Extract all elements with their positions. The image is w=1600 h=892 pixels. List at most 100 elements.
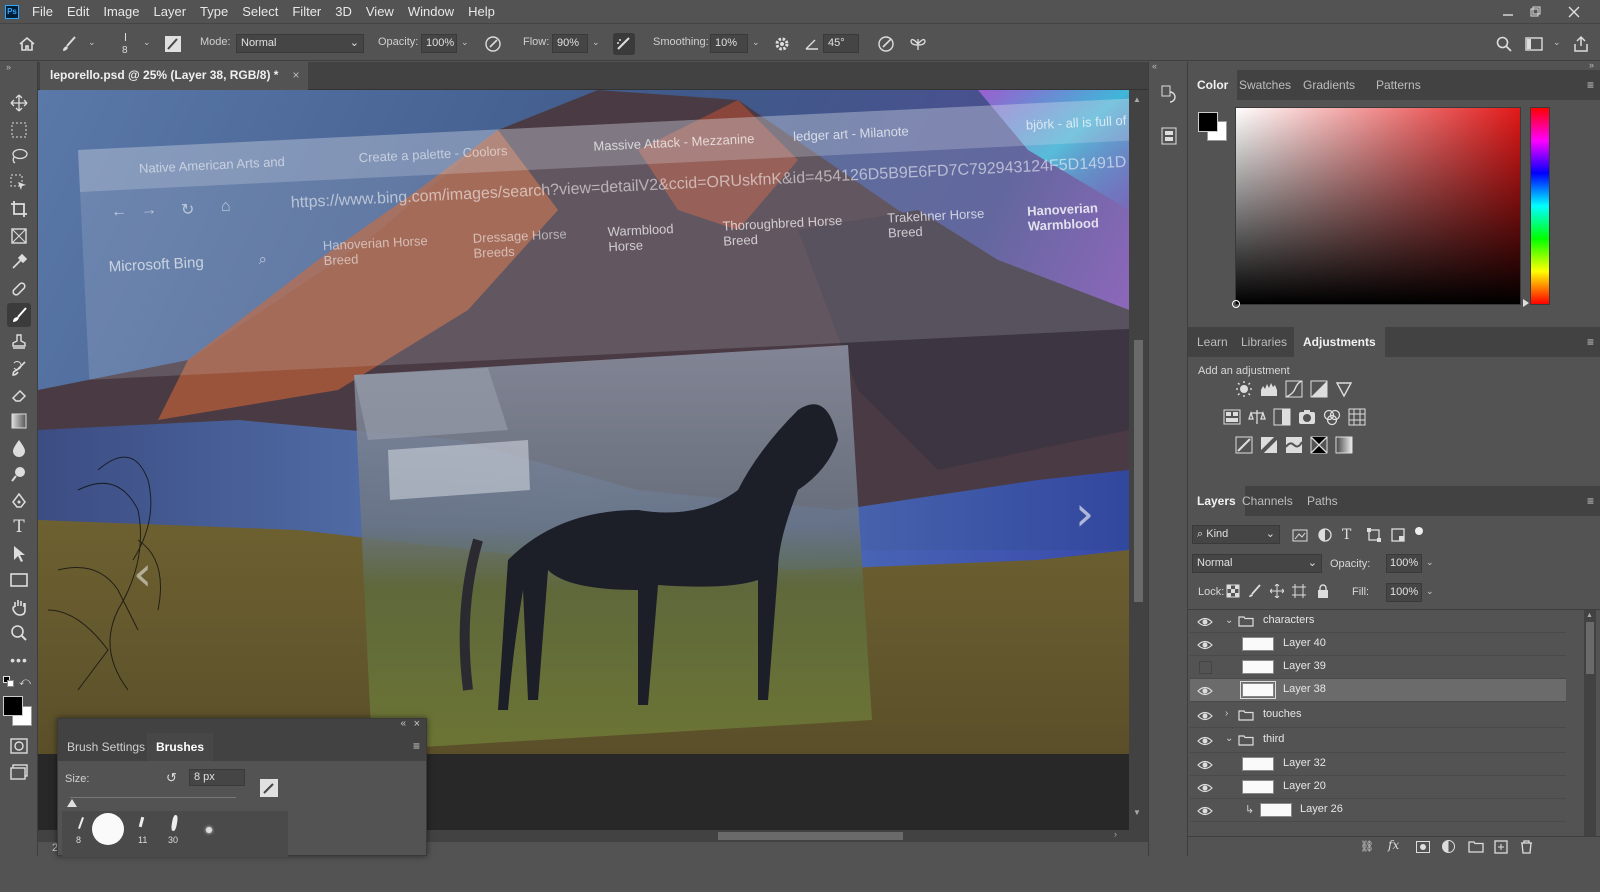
document-canvas[interactable]: ‹ › Native American Arts and Create a pa…	[38, 90, 1129, 754]
zoom-tool-icon[interactable]	[7, 621, 31, 645]
chevron-down-icon[interactable]: ⌄	[1225, 615, 1233, 626]
new-brush-icon[interactable]	[260, 779, 278, 797]
scroll-up-icon[interactable]: ▲	[1586, 612, 1593, 619]
blur-tool-icon[interactable]	[7, 436, 31, 460]
panel-menu-icon[interactable]: ≡	[1587, 78, 1594, 92]
black-white-icon[interactable]	[1273, 408, 1291, 426]
brush-preset[interactable]: 8	[70, 815, 96, 855]
filter-shape-icon[interactable]	[1366, 527, 1384, 545]
layer-row-touches[interactable]: › touches	[1190, 702, 1566, 728]
gradient-map-icon[interactable]	[1335, 436, 1353, 454]
vertical-scroll-thumb[interactable]	[1134, 340, 1143, 602]
layer-filter-select[interactable]: ⌕ Kind ⌄	[1192, 525, 1280, 544]
layer-row-characters[interactable]: ⌄ characters	[1190, 610, 1566, 633]
path-selection-tool-icon[interactable]	[7, 542, 31, 566]
brush-settings-toggle-icon[interactable]	[162, 33, 184, 55]
pressure-size-icon[interactable]	[875, 33, 897, 55]
channel-mixer-icon[interactable]	[1323, 408, 1341, 426]
marquee-tool-icon[interactable]	[7, 118, 31, 142]
layers-scrollbar[interactable]: ▲	[1584, 610, 1596, 836]
close-icon[interactable]: ×	[414, 718, 420, 730]
type-tool-icon[interactable]: T	[7, 515, 31, 539]
workspace-icon[interactable]	[1523, 33, 1545, 55]
brush-tool-preset-icon[interactable]	[58, 33, 80, 55]
brush-preset-soft[interactable]	[206, 827, 212, 833]
scroll-right-icon[interactable]: ›	[1114, 829, 1117, 839]
filter-pixel-icon[interactable]	[1292, 527, 1310, 545]
panel-menu-icon[interactable]: ≡	[413, 739, 420, 753]
filter-adjustment-icon[interactable]	[1317, 527, 1335, 545]
layer-row-layer-32[interactable]: Layer 32	[1190, 753, 1566, 776]
menu-help[interactable]: Help	[461, 0, 502, 23]
menu-layer[interactable]: Layer	[147, 0, 194, 23]
layer-opacity-field[interactable]: 100%	[1386, 554, 1422, 573]
menu-3d[interactable]: 3D	[328, 0, 359, 23]
search-icon[interactable]	[1493, 33, 1515, 55]
foreground-color-swatch[interactable]	[3, 696, 23, 716]
history-brush-tool-icon[interactable]	[7, 356, 31, 380]
filter-smart-object-icon[interactable]	[1390, 527, 1408, 545]
tab-channels[interactable]: Channels	[1233, 486, 1302, 516]
lock-position-icon[interactable]	[1270, 584, 1288, 602]
panel-menu-icon[interactable]: ≡	[1587, 335, 1594, 349]
healing-brush-tool-icon[interactable]	[7, 277, 31, 301]
fill-field[interactable]: 100%	[1386, 583, 1422, 602]
layer-row-layer-20[interactable]: Layer 20	[1190, 776, 1566, 799]
home-icon[interactable]	[16, 33, 38, 55]
lock-artboard-icon[interactable]	[1292, 584, 1310, 602]
eyedropper-tool-icon[interactable]	[7, 250, 31, 274]
eye-icon[interactable]	[1197, 708, 1213, 724]
vibrance-icon[interactable]	[1335, 380, 1353, 398]
vertical-scrollbar[interactable]: ▲ ▼	[1129, 90, 1148, 830]
collapse-dock-icon[interactable]: «	[1152, 61, 1157, 71]
tab-libraries[interactable]: Libraries	[1232, 327, 1296, 357]
collapse-panel-icon[interactable]: «	[400, 718, 406, 729]
eye-icon[interactable]	[1197, 757, 1213, 773]
layer-row-layer-38[interactable]: Layer 38	[1190, 679, 1566, 702]
frame-tool-icon[interactable]	[7, 224, 31, 248]
layers-scroll-thumb[interactable]	[1586, 622, 1594, 674]
opacity-field[interactable]: 100%	[421, 34, 457, 53]
swap-colors-icon[interactable]: ⤺	[19, 676, 31, 689]
tab-brushes[interactable]: Brushes	[147, 733, 214, 761]
filter-type-icon[interactable]: T	[1342, 527, 1360, 545]
levels-icon[interactable]	[1260, 380, 1278, 398]
tab-swatches[interactable]: Swatches	[1230, 70, 1300, 100]
eye-icon[interactable]	[1197, 803, 1213, 819]
tab-gradients[interactable]: Gradients	[1294, 70, 1364, 100]
chevron-down-icon[interactable]: ⌄	[1426, 586, 1434, 597]
lasso-tool-icon[interactable]	[7, 144, 31, 168]
color-balance-icon[interactable]	[1248, 408, 1266, 426]
pressure-opacity-icon[interactable]	[482, 33, 504, 55]
layer-row-layer-39[interactable]: Layer 39	[1190, 656, 1566, 679]
curves-icon[interactable]	[1285, 380, 1303, 398]
exposure-icon[interactable]	[1310, 380, 1328, 398]
more-tools-icon[interactable]: •••	[7, 648, 31, 672]
blend-mode-select[interactable]: Normal ⌄	[1192, 554, 1322, 573]
gear-icon[interactable]	[771, 33, 793, 55]
eraser-tool-icon[interactable]	[7, 383, 31, 407]
brightness-contrast-icon[interactable]	[1235, 380, 1253, 398]
selective-color-icon[interactable]	[1310, 436, 1328, 454]
menu-image[interactable]: Image	[96, 0, 146, 23]
collapse-panels-icon[interactable]: »	[1589, 60, 1594, 70]
brush-preset[interactable]: 11	[134, 815, 160, 855]
smoothing-field[interactable]: 10%	[710, 34, 748, 53]
layer-effects-icon[interactable]: fx	[1388, 838, 1399, 852]
chevron-down-icon[interactable]: ⌄	[752, 37, 760, 48]
hue-slider-thumb[interactable]	[1523, 299, 1529, 307]
brush-preset[interactable]: 30	[166, 814, 192, 855]
layer-row-layer-26[interactable]: ↳ Layer 26	[1190, 799, 1566, 822]
panel-menu-icon[interactable]: ≡	[1587, 494, 1594, 508]
properties-panel-icon[interactable]	[1160, 126, 1178, 146]
eye-icon[interactable]	[1197, 780, 1213, 796]
link-layers-icon[interactable]: ⛓	[1360, 840, 1374, 853]
eye-hidden-icon[interactable]	[1199, 661, 1212, 674]
layer-row-layer-40[interactable]: Layer 40	[1190, 633, 1566, 656]
chevron-right-icon[interactable]: ›	[1225, 708, 1228, 719]
chevron-down-icon[interactable]: ⌄	[1553, 37, 1561, 48]
threshold-icon[interactable]	[1285, 436, 1303, 454]
quick-mask-icon[interactable]	[7, 734, 31, 758]
object-select-tool-icon[interactable]	[7, 171, 31, 195]
delete-layer-icon[interactable]	[1520, 840, 1533, 854]
